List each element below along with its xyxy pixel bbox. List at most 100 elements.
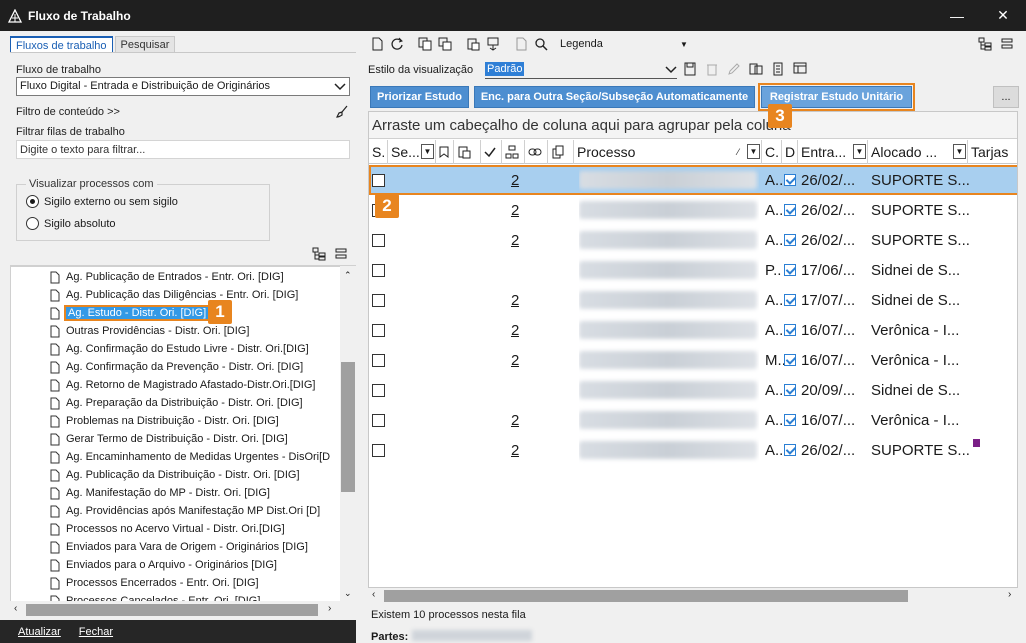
- tree-item[interactable]: Problemas na Distribuição - Distr. Ori. …: [50, 412, 279, 430]
- refresh-button[interactable]: Atualizar: [18, 626, 61, 638]
- tree-item[interactable]: Ag. Publicação das Diligências - Entr. O…: [50, 286, 298, 304]
- row-d-check-icon[interactable]: [784, 384, 796, 396]
- table-row[interactable]: 2 A.. 16/07/... Verônica - I...: [369, 315, 1017, 345]
- col-tarjas[interactable]: Tarjas: [968, 140, 1017, 164]
- queue-filter-input[interactable]: Digite o texto para filtrar...: [16, 140, 350, 159]
- close-button[interactable]: ✕: [980, 0, 1026, 31]
- view-style-select[interactable]: Padrão: [485, 61, 677, 79]
- table-row[interactable]: 2 A.. 16/07/... Verônica - I...: [369, 405, 1017, 435]
- row-d-check-icon[interactable]: [784, 204, 796, 216]
- copy-check-icon[interactable]: [418, 37, 432, 51]
- new-document-icon[interactable]: [370, 37, 384, 51]
- row-checkbox[interactable]: [372, 383, 385, 397]
- report-icon[interactable]: [771, 62, 785, 76]
- scroll-left-icon[interactable]: ‹: [14, 603, 17, 614]
- row-d-check-icon[interactable]: [784, 294, 796, 306]
- table-row[interactable]: 2 A.. 26/02/... SUPORTE S...: [369, 165, 1017, 195]
- scroll-up-icon[interactable]: ⌃: [344, 270, 352, 281]
- table-row[interactable]: P.. 17/06/... Sidnei de S...: [369, 255, 1017, 285]
- grid-hscroll-thumb[interactable]: [384, 590, 908, 602]
- table-row[interactable]: A.. 20/09/... Sidnei de S...: [369, 375, 1017, 405]
- row-count-link[interactable]: 2: [511, 232, 519, 249]
- tree-item[interactable]: Ag. Encaminhamento de Medidas Urgentes -…: [50, 448, 330, 466]
- row-d-check-icon[interactable]: [784, 174, 796, 186]
- workflow-select[interactable]: Fluxo Digital - Entrada e Distribuição d…: [16, 77, 350, 96]
- col-entrada[interactable]: Entra... ▼: [798, 140, 868, 164]
- grid-collapse-icon[interactable]: [1000, 37, 1014, 51]
- tree-item[interactable]: Ag. Confirmação da Prevenção - Distr. Or…: [50, 358, 303, 376]
- row-checkbox[interactable]: [372, 413, 385, 427]
- layout-icon[interactable]: [793, 62, 807, 76]
- table-row[interactable]: 2 A.. 26/02/... SUPORTE S...: [369, 435, 1017, 465]
- table-row[interactable]: 2 A.. 17/07/... Sidnei de S...: [369, 285, 1017, 315]
- row-checkbox[interactable]: [372, 353, 385, 367]
- row-checkbox[interactable]: [372, 263, 385, 277]
- filter-dropdown-icon[interactable]: ▼: [953, 144, 966, 159]
- paste-icon[interactable]: [466, 37, 480, 51]
- col-pages[interactable]: [548, 140, 574, 164]
- row-checkbox[interactable]: [372, 293, 385, 307]
- col-alocado[interactable]: Alocado ... ▼: [868, 140, 968, 164]
- grid-expand-icon[interactable]: [978, 37, 992, 51]
- tree-item[interactable]: Ag. Manifestação do MP - Distr. Ori. [DI…: [50, 484, 270, 502]
- row-count-link[interactable]: 2: [511, 172, 519, 189]
- legend-dropdown[interactable]: Legenda: [560, 38, 603, 50]
- col-link[interactable]: [525, 140, 548, 164]
- tree-item[interactable]: Gerar Termo de Distribuição - Distr. Ori…: [50, 430, 288, 448]
- tree-scroll-thumb[interactable]: [341, 362, 355, 492]
- col-bookmark[interactable]: [436, 140, 454, 164]
- tree-item[interactable]: Processos no Acervo Virtual - Distr. Ori…: [50, 520, 285, 538]
- row-checkbox[interactable]: [372, 173, 385, 187]
- tree-item[interactable]: Ag. Publicação de Entrados - Entr. Ori. …: [50, 268, 284, 286]
- tab-search[interactable]: Pesquisar: [114, 36, 176, 53]
- col-se[interactable]: Se... ▼: [388, 140, 436, 164]
- tree-hscroll-thumb[interactable]: [26, 604, 318, 616]
- scroll-down-icon[interactable]: ⌄: [344, 588, 352, 599]
- tree-item[interactable]: Enviados para Vara de Origem - Originári…: [50, 538, 308, 556]
- tree-item[interactable]: Ag. Retorno de Magistrado Afastado-Distr…: [50, 376, 315, 394]
- row-d-check-icon[interactable]: [784, 234, 796, 246]
- col-s[interactable]: S.: [369, 140, 388, 164]
- content-filter-toggle[interactable]: Filtro de conteúdo >>: [16, 106, 120, 118]
- brush-icon[interactable]: [336, 105, 349, 118]
- tree-item[interactable]: Outras Providências - Distr. Ori. [DIG]: [50, 322, 249, 340]
- row-count-link[interactable]: 2: [511, 442, 519, 459]
- forward-section-button[interactable]: Enc. para Outra Seção/Subseção Automatic…: [474, 86, 755, 108]
- radio-external-secrecy[interactable]: Sigilo externo ou sem sigilo: [26, 195, 178, 208]
- legend-arrow-icon[interactable]: ▼: [680, 40, 688, 49]
- tree-item[interactable]: Ag. Estudo - Distr. Ori. [DIG]: [50, 304, 211, 322]
- row-checkbox[interactable]: [372, 443, 385, 457]
- refresh-icon[interactable]: [390, 37, 404, 51]
- row-count-link[interactable]: 2: [511, 292, 519, 309]
- col-d[interactable]: D: [782, 140, 798, 164]
- prioritize-study-button[interactable]: Priorizar Estudo: [370, 86, 469, 108]
- tree-item[interactable]: Ag. Providências após Manifestação MP Di…: [50, 502, 320, 520]
- more-button[interactable]: ...: [993, 86, 1019, 108]
- row-checkbox[interactable]: [372, 233, 385, 247]
- row-d-check-icon[interactable]: [784, 414, 796, 426]
- export-icon[interactable]: [749, 62, 763, 76]
- col-processo[interactable]: Processo ⁄ ▼: [574, 140, 762, 164]
- radio-absolute-secrecy[interactable]: Sigilo absoluto: [26, 217, 116, 230]
- col-c[interactable]: C.: [762, 140, 782, 164]
- filter-dropdown-icon[interactable]: ▼: [421, 144, 434, 159]
- tab-workflows[interactable]: Fluxos de trabalho: [10, 36, 113, 53]
- row-d-check-icon[interactable]: [784, 264, 796, 276]
- row-count-link[interactable]: 2: [511, 412, 519, 429]
- row-d-check-icon[interactable]: [784, 324, 796, 336]
- close-panel-button[interactable]: Fechar: [79, 626, 113, 638]
- table-row[interactable]: 2 A.. 26/02/... SUPORTE S...: [369, 195, 1017, 225]
- scroll-right-icon[interactable]: ›: [1008, 589, 1011, 600]
- filter-dropdown-icon[interactable]: ▼: [853, 144, 866, 159]
- row-checkbox[interactable]: [372, 323, 385, 337]
- row-count-link[interactable]: 2: [511, 352, 519, 369]
- row-d-check-icon[interactable]: [784, 354, 796, 366]
- search-document-icon[interactable]: [534, 37, 548, 51]
- tree-item[interactable]: Ag. Publicação da Distribuição - Distr. …: [50, 466, 300, 484]
- col-hierarchy[interactable]: [502, 140, 525, 164]
- row-count-link[interactable]: 2: [511, 322, 519, 339]
- move-icon[interactable]: [486, 37, 500, 51]
- tree-item[interactable]: Ag. Preparação da Distribuição - Distr. …: [50, 394, 303, 412]
- copy-icon[interactable]: [438, 37, 452, 51]
- scroll-right-icon[interactable]: ›: [328, 603, 331, 614]
